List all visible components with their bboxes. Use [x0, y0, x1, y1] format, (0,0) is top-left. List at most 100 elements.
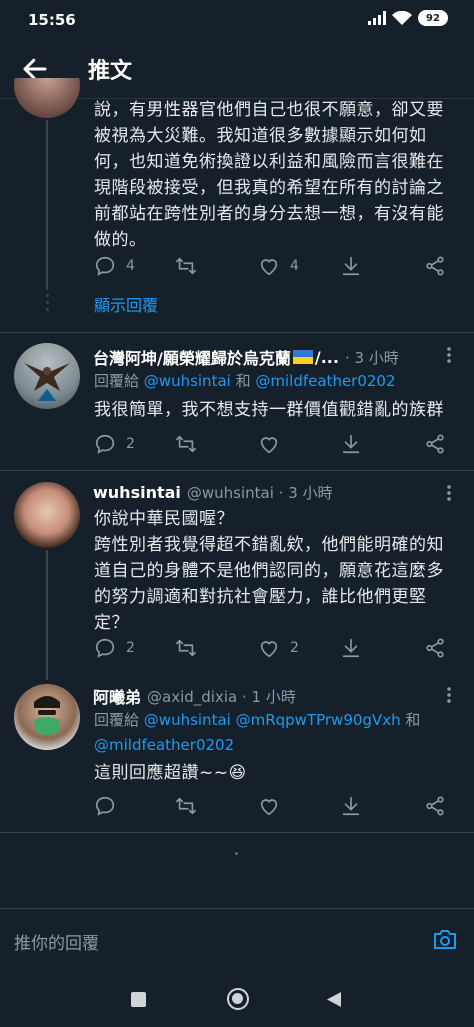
show-replies-link[interactable]: 顯示回覆 [94, 292, 158, 316]
tweet-line: 何，也知道免術換證以利益和風險而言很難在 [94, 152, 444, 172]
like-button[interactable]: 2 [258, 637, 299, 659]
battery-indicator: 92 [418, 10, 448, 26]
status-bar: 15:56 92 [0, 0, 474, 40]
user-name[interactable]: 台灣阿坤/願榮耀歸於烏克蘭 [93, 345, 291, 369]
reply-button[interactable]: 2 [94, 637, 135, 659]
reply-composer[interactable]: 推你的回覆 [0, 908, 474, 972]
user-handle: @axid_dixia · 1 小時 [147, 687, 296, 706]
reply-to: 回覆給 @wuhsintai 和 @mildfeather0202 [94, 369, 464, 394]
reply-button[interactable]: 4 [94, 255, 135, 277]
retweet-icon [176, 639, 196, 657]
tweet-line: 被視為大災難。我知道很多數據顯示如何如 [94, 126, 427, 146]
share-icon [426, 638, 444, 658]
tweet-header: 阿曦弟 @axid_dixia · 1 小時 [93, 684, 296, 708]
camera-icon[interactable] [432, 927, 458, 951]
thread-line [46, 550, 48, 680]
reply-icon [95, 796, 115, 816]
like-count: 2 [290, 640, 299, 656]
share-button[interactable] [424, 255, 446, 277]
tweet-line: 定？ [94, 613, 129, 633]
mention-link[interactable]: @mildfeather0202 [94, 736, 234, 754]
mention-link[interactable]: @mildfeather0202 [255, 372, 395, 390]
tweet-divider [0, 332, 474, 333]
status-time: 15:56 [28, 11, 76, 29]
reply-to-and: 和 [235, 372, 251, 390]
save-button[interactable] [340, 795, 362, 817]
share-button[interactable] [424, 637, 446, 659]
share-icon [426, 796, 444, 816]
retweet-button[interactable] [174, 255, 198, 277]
avatar-partial[interactable] [14, 78, 80, 118]
like-button[interactable] [258, 795, 280, 817]
tweet-text: 我很簡單，我不想支持一群價值觀錯亂的族群 [94, 400, 444, 420]
avatar[interactable] [14, 343, 80, 409]
reply-button[interactable] [94, 795, 116, 817]
share-icon [426, 256, 444, 276]
reply-count: 2 [126, 640, 135, 656]
save-button[interactable] [340, 433, 362, 455]
save-button[interactable] [340, 255, 362, 277]
mask-image [34, 696, 60, 735]
reply-to-and: 和 [405, 711, 421, 729]
share-button[interactable] [424, 433, 446, 455]
mention-link[interactable]: @mRqpwTPrw90gVxh [236, 711, 401, 729]
like-icon [260, 641, 278, 658]
save-button[interactable] [340, 637, 362, 659]
retweet-icon [176, 257, 196, 275]
thread-dot [46, 308, 49, 311]
retweet-button[interactable] [174, 637, 198, 659]
tweet-divider [0, 832, 474, 833]
mention-link[interactable]: @wuhsintai [144, 372, 231, 390]
user-name[interactable]: 阿曦弟 [93, 684, 141, 708]
thread-dot [46, 301, 49, 304]
retweet-button[interactable] [174, 433, 198, 455]
recent-apps-button[interactable] [131, 992, 146, 1007]
tweet-text: 說，有男性器官他們自己也很不願意，卻又要 被視為大災難。我知道很多數據顯示如何如… [94, 97, 464, 253]
share-icon [426, 434, 444, 454]
tweet-header: wuhsintai @wuhsintai · 3 小時 [93, 482, 333, 503]
loading-dot [235, 852, 238, 855]
tweet-line: 說，有男性器官他們自己也很不願意，卻又要 [94, 100, 444, 120]
user-name[interactable]: wuhsintai [93, 483, 181, 502]
page-title: 推文 [88, 59, 133, 84]
like-icon [260, 799, 278, 816]
like-button[interactable] [258, 433, 280, 455]
tweet-line: 做的。 [94, 230, 147, 250]
more-icon[interactable] [446, 686, 452, 704]
reply-button[interactable]: 2 [94, 433, 135, 455]
like-button[interactable]: 4 [258, 255, 299, 277]
reply-icon [95, 256, 115, 276]
tweet-time: · 3 小時 [344, 348, 399, 367]
retweet-button[interactable] [174, 795, 198, 817]
user-name-tail: /... [314, 347, 339, 367]
more-icon[interactable] [446, 484, 452, 502]
avatar[interactable] [14, 482, 80, 548]
reply-input[interactable]: 推你的回覆 [14, 929, 99, 954]
back-button[interactable] [326, 991, 342, 1008]
more-icon[interactable] [446, 346, 452, 364]
thread-line [46, 120, 48, 290]
share-button[interactable] [424, 795, 446, 817]
mention-link[interactable]: @wuhsintai [144, 711, 231, 729]
home-button[interactable] [227, 988, 249, 1010]
like-icon [260, 259, 278, 276]
tweet-line: 跨性別者我覺得超不錯亂欸，他們能明確的知 [94, 535, 444, 555]
download-icon [342, 796, 360, 816]
reply-icon [95, 638, 115, 658]
avatar[interactable] [14, 684, 80, 750]
tweet-line: 道自己的身體不是他們認同的，願意花這麼多 [94, 561, 444, 581]
download-icon [342, 434, 360, 454]
download-icon [342, 638, 360, 658]
tweet-text: 這則回應超讚~~😆 [94, 763, 247, 783]
reply-count: 4 [126, 258, 135, 274]
reply-to-label: 回覆給 [94, 711, 140, 729]
tweet-text: 你說中華民國喔？ 跨性別者我覺得超不錯亂欸，他們能明確的知 道自己的身體不是他們… [94, 506, 464, 636]
tweet-line: 前都站在跨性別者的身分去想一想，有沒有能 [94, 204, 444, 224]
reply-count: 2 [126, 436, 135, 452]
status-icons: 92 [368, 10, 448, 26]
tweet-line: 你說中華民國喔？ [94, 509, 234, 529]
wifi-icon [392, 10, 412, 25]
thread-dot [46, 294, 49, 297]
system-nav-bar [0, 972, 474, 1027]
like-icon [260, 437, 278, 454]
